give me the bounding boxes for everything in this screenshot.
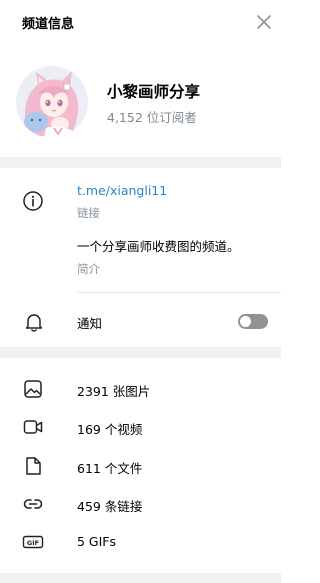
photos-count: 2391 张图片 [77,384,151,399]
links-count: 459 条链接 [77,499,143,514]
section-divider [0,347,281,358]
subscriber-count: 4,152 位订阅者 [107,110,197,125]
bell-icon [25,314,43,332]
channel-info-panel: 频道信息 小黎画师分享 4,152 位订阅者 t.me/xiangli11 链接… [0,0,281,583]
media-row-videos[interactable]: 169 个视频 [0,408,281,446]
notifications-label: 通知 [77,316,103,331]
link-icon [23,499,43,509]
toggle-knob [240,316,251,327]
avatar-illustration [16,66,88,138]
panel-header: 频道信息 [0,0,281,44]
media-row-photos[interactable]: 2391 张图片 [0,370,281,408]
media-row-files[interactable]: 611 个文件 [0,447,281,485]
gif-icon: GIF [22,535,44,549]
close-icon[interactable] [254,12,274,32]
channel-description: 一个分享画师收费图的频道。 [77,239,240,254]
media-row-gifs[interactable]: GIF 5 GIFs [0,523,281,561]
video-icon [23,420,43,434]
panel-title: 频道信息 [22,17,75,32]
channel-name: 小黎画师分享 [107,83,201,101]
notifications-toggle[interactable] [238,314,268,329]
section-divider [0,573,281,583]
file-icon [26,457,41,475]
videos-count: 169 个视频 [77,422,143,437]
photo-icon [24,380,42,398]
section-divider [0,157,281,168]
channel-avatar[interactable] [16,66,88,138]
media-row-links[interactable]: 459 条链接 [0,485,281,523]
info-icon [23,191,43,211]
description-caption: 简介 [77,262,100,276]
channel-link[interactable]: t.me/xiangli11 [77,183,167,198]
link-caption: 链接 [77,206,100,220]
gif-badge-text: GIF [27,539,39,547]
gifs-count: 5 GIFs [77,534,117,549]
files-count: 611 个文件 [77,461,143,476]
inner-separator [77,292,281,293]
